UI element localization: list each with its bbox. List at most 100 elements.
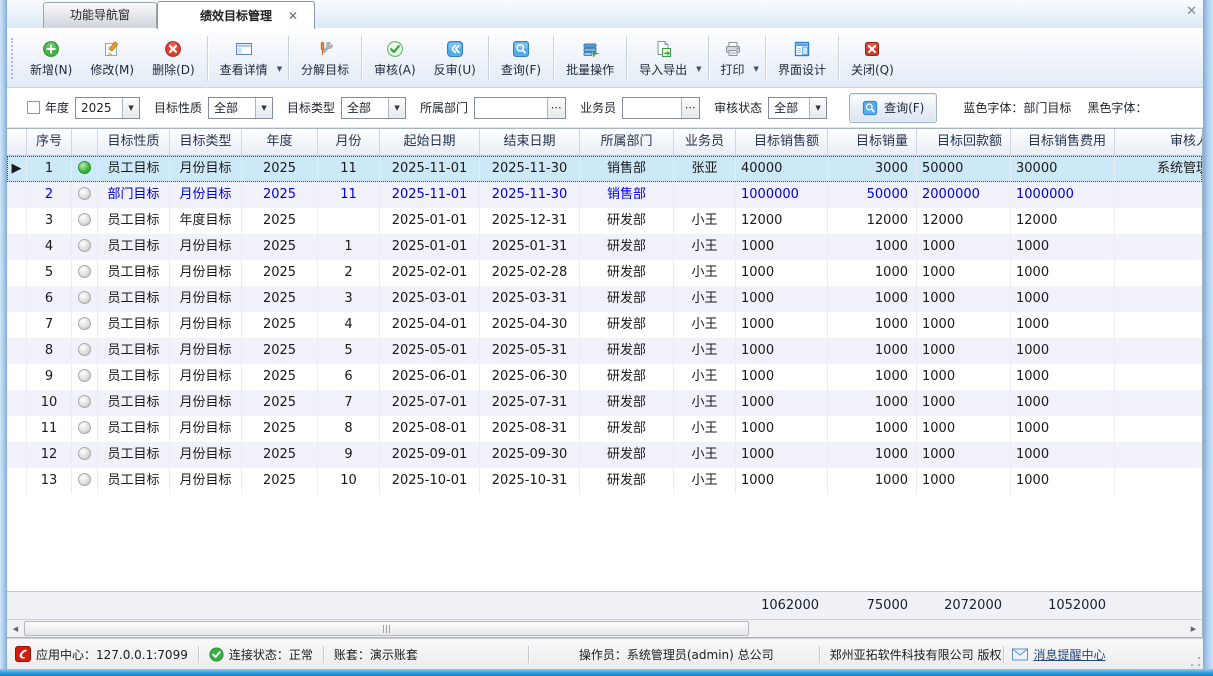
- tab-function-nav[interactable]: 功能导航窗: [43, 2, 157, 28]
- cell-end: 2025-04-30: [480, 312, 580, 338]
- table-row[interactable]: 4员工目标月份目标202512025-01-012025-01-31研发部小王1…: [7, 234, 1202, 260]
- grid-summary-row: 10620007500020720001052000: [7, 591, 1202, 619]
- cell-collection: 1000: [917, 260, 1011, 286]
- operator-text: 操作员：系统管理员(admin) 总公司: [579, 646, 774, 663]
- column-header[interactable]: 月份: [318, 129, 380, 156]
- summary-sales_expense: 1052000: [1011, 592, 1115, 619]
- column-header[interactable]: 目标类型: [170, 129, 242, 156]
- print-button[interactable]: 打印: [712, 32, 754, 85]
- type-combo[interactable]: 全部 ▼: [341, 97, 406, 119]
- nature-combo[interactable]: 全部 ▼: [208, 97, 273, 119]
- column-header[interactable]: 目标回款额: [917, 129, 1011, 156]
- decompose-goal-button[interactable]: 分解目标: [292, 32, 358, 85]
- column-header[interactable]: 目标销量: [828, 129, 917, 156]
- cell-year: 2025: [242, 312, 318, 338]
- column-header[interactable]: 结束日期: [480, 129, 580, 156]
- cell-no: 8: [27, 338, 72, 364]
- cell-salesman: 小王: [674, 364, 736, 390]
- cell-salesman: 小王: [674, 312, 736, 338]
- horizontal-scrollbar[interactable]: ◀ ▶: [7, 619, 1202, 637]
- status-ball-icon: [78, 395, 91, 408]
- toolbar-separator: [626, 36, 627, 81]
- column-header[interactable]: 目标销售费用: [1011, 129, 1115, 156]
- cell-nature: 员工目标: [98, 156, 170, 182]
- tab-close-icon[interactable]: ✕: [286, 4, 300, 28]
- year-checkbox[interactable]: [27, 101, 40, 114]
- cell-year: 2025: [242, 364, 318, 390]
- table-row[interactable]: 9员工目标月份目标202562025-06-012025-06-30研发部小王1…: [7, 364, 1202, 390]
- year-combo[interactable]: 2025 ▼: [75, 97, 140, 119]
- table-row[interactable]: 7员工目标月份目标202542025-04-012025-04-30研发部小王1…: [7, 312, 1202, 338]
- import-export-dropdown-icon[interactable]: ▼: [696, 32, 704, 85]
- table-row[interactable]: 3员工目标年度目标20252025-01-012025-12-31研发部小王12…: [7, 208, 1202, 234]
- search-button[interactable]: 查询(F): [849, 93, 937, 123]
- message-center-item[interactable]: 消息提醒中心: [1012, 646, 1105, 663]
- column-header[interactable]: 所属部门: [580, 129, 674, 156]
- cell-month: 9: [318, 442, 380, 468]
- cell-nature: 员工目标: [98, 312, 170, 338]
- audit-status-combo[interactable]: 全部 ▼: [768, 97, 827, 119]
- cell-sales_qty: 1000: [828, 286, 917, 312]
- window-close-icon[interactable]: ✕: [1186, 4, 1197, 19]
- unaudit-button[interactable]: 反审(U): [425, 32, 485, 85]
- audit-status-cell: [72, 182, 98, 208]
- ellipsis-icon[interactable]: ⋯: [681, 98, 699, 118]
- batch-operation-button[interactable]: 批量操作: [557, 32, 623, 85]
- table-row[interactable]: 10员工目标月份目标202572025-07-012025-07-31研发部小王…: [7, 390, 1202, 416]
- resize-grip[interactable]: [1190, 656, 1201, 667]
- edit-button[interactable]: 修改(M): [81, 32, 143, 85]
- import-export-button[interactable]: 导入导出: [630, 32, 696, 85]
- print-dropdown-icon[interactable]: ▼: [754, 32, 762, 85]
- view-detail-dropdown-icon[interactable]: ▼: [277, 32, 285, 85]
- scroll-left-icon[interactable]: ◀: [7, 620, 24, 637]
- cell-sales_amount: 1000000: [736, 182, 828, 208]
- column-header[interactable]: 业务员: [674, 129, 736, 156]
- column-header[interactable]: 目标性质: [98, 129, 170, 156]
- chevron-down-icon[interactable]: ▼: [255, 98, 272, 118]
- column-header[interactable]: 审核人: [1115, 129, 1202, 156]
- query-button[interactable]: 查询(F): [492, 32, 550, 85]
- table-row[interactable]: 13员工目标月份目标2025102025-10-012025-10-31研发部小…: [7, 468, 1202, 494]
- dept-field[interactable]: ⋯: [474, 97, 566, 119]
- cell-end: 2025-11-30: [480, 182, 580, 208]
- add-button[interactable]: 新增(N): [21, 32, 81, 85]
- column-header[interactable]: [72, 129, 98, 156]
- table-row[interactable]: 5员工目标月份目标202522025-02-012025-02-28研发部小王1…: [7, 260, 1202, 286]
- cell-sales_amount: 1000: [736, 338, 828, 364]
- chevron-down-icon[interactable]: ▼: [388, 98, 405, 118]
- table-row[interactable]: 12员工目标月份目标202592025-09-012025-09-30研发部小王…: [7, 442, 1202, 468]
- table-row[interactable]: 11员工目标月份目标202582025-08-012025-08-31研发部小王…: [7, 416, 1202, 442]
- ui-design-button[interactable]: 界面设计: [769, 32, 835, 85]
- chevron-down-icon[interactable]: ▼: [809, 98, 826, 118]
- audit-button[interactable]: 审核(A): [365, 32, 425, 85]
- column-header[interactable]: 年度: [242, 129, 318, 156]
- view-detail-button[interactable]: 查看详情: [211, 32, 277, 85]
- audit-status-cell: [72, 156, 98, 182]
- column-header[interactable]: 目标销售额: [736, 129, 828, 156]
- cell-sales_amount: 12000: [736, 208, 828, 234]
- chevron-down-icon[interactable]: ▼: [122, 98, 139, 118]
- blue-back-icon: [446, 40, 464, 58]
- scrollbar-thumb[interactable]: [24, 621, 749, 636]
- cell-auditor: 系统管理员: [1115, 156, 1202, 182]
- table-row[interactable]: ▶1员工目标月份目标2025112025-11-012025-11-30销售部张…: [7, 156, 1202, 182]
- delete-button[interactable]: 删除(D): [143, 32, 204, 85]
- scroll-right-icon[interactable]: ▶: [1185, 620, 1202, 637]
- table-row[interactable]: 6员工目标月份目标202532025-03-012025-03-31研发部小王1…: [7, 286, 1202, 312]
- column-header[interactable]: 起始日期: [380, 129, 480, 156]
- cell-nature: 部门目标: [98, 182, 170, 208]
- column-header[interactable]: 序号: [27, 129, 72, 156]
- table-row[interactable]: 2部门目标月份目标2025112025-11-012025-11-30销售部10…: [7, 182, 1202, 208]
- summary-empty-cell: [170, 592, 242, 619]
- app-center-item: 应用中心：127.0.0.1:7099: [15, 646, 188, 663]
- cell-dept: 研发部: [580, 416, 674, 442]
- ellipsis-icon[interactable]: ⋯: [547, 98, 565, 118]
- toolbar-grip[interactable]: [11, 38, 19, 79]
- close-button[interactable]: 关闭(Q): [842, 32, 903, 85]
- audit-status-label: 审核状态: [714, 99, 762, 116]
- tab-performance-goals[interactable]: 绩效目标管理 ✕: [157, 1, 315, 29]
- table-row[interactable]: 8员工目标月份目标202552025-05-012025-05-31研发部小王1…: [7, 338, 1202, 364]
- cell-auditor: [1115, 390, 1202, 416]
- salesman-field[interactable]: ⋯: [622, 97, 700, 119]
- audit-status-cell: [72, 364, 98, 390]
